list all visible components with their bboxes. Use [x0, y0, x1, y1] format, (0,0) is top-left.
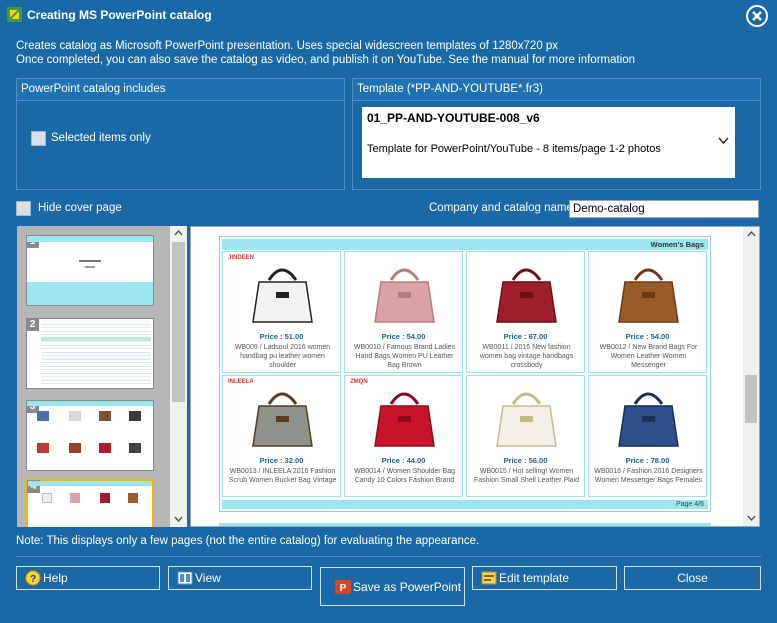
divider — [16, 556, 761, 557]
app-icon — [7, 7, 22, 22]
product-cell: Price : 67.00 WB0011 / 2016 New fashion w… — [466, 251, 585, 373]
product-brand: ZMQN — [350, 379, 368, 385]
close-button[interactable]: Close — [624, 566, 761, 590]
product-cell: Price : 54.00 WB0012 / New Brand Bags For… — [588, 251, 707, 373]
product-description: WB0013 / INLEELA 2016 Fashion Scrub Wome… — [228, 468, 337, 484]
help-button-label: Help — [43, 571, 68, 585]
scroll-down-icon[interactable] — [747, 515, 756, 521]
product-image — [618, 392, 679, 447]
thumbnail-page-4[interactable]: 4 — [26, 479, 154, 527]
scroll-up-icon[interactable] — [174, 230, 183, 236]
company-label: Company and catalog name — [429, 202, 573, 214]
includes-panel: PowerPoint catalog includes Selected ite… — [16, 78, 345, 190]
thumbnail-page-2[interactable]: 2 — [26, 318, 154, 389]
product-image — [618, 268, 679, 323]
next-slide-peek — [219, 523, 711, 526]
help-button[interactable]: ? Help — [16, 566, 160, 590]
product-image — [252, 392, 313, 447]
product-cell: Price : 78.00 WB0016 / Fashion 2016 Desig… — [588, 375, 707, 497]
thumbnail-list[interactable]: 1 2 3 4 — [17, 226, 187, 527]
product-price: Price : 67.00 — [503, 332, 548, 341]
product-description: WB0014 / Women Shoulder Bag Candy 10 Col… — [353, 468, 456, 484]
product-cell: INLEELA Price : 32.00 WB0013 / INLEELA 201… — [222, 375, 341, 497]
scroll-thumb[interactable] — [745, 375, 757, 423]
product-cell: ZMQN Price : 44.00 WB0014 / Women Shoulder… — [344, 375, 463, 497]
page-preview: Women's Bags JINDEEN Price : 51.00 WB009 /… — [190, 226, 760, 527]
close-button-label: Close — [677, 571, 708, 585]
edit-template-icon — [481, 571, 497, 585]
view-button[interactable]: View — [168, 566, 312, 590]
product-image — [374, 268, 435, 323]
note-text: Note: This displays only a few pages (no… — [16, 535, 480, 547]
powerpoint-icon: P — [335, 579, 351, 594]
product-cell: Price : 54.00 WB0010 / Famous Brand Ladie… — [344, 251, 463, 373]
edit-template-button-label: Edit template — [499, 571, 570, 585]
save-as-powerpoint-button[interactable]: P Save as PowerPoint — [320, 567, 465, 606]
preview-slide: Women's Bags JINDEEN Price : 51.00 WB009 /… — [219, 236, 711, 512]
template-name: 01_PP-AND-YOUTUBE-008_v6 — [367, 111, 540, 125]
product-price: Price : 54.00 — [381, 332, 426, 341]
save-button-label: Save as PowerPoint — [353, 579, 462, 594]
view-icon — [177, 571, 193, 585]
help-icon: ? — [25, 570, 41, 586]
hide-cover-label[interactable]: Hide cover page — [38, 202, 122, 214]
selected-only-checkbox[interactable] — [31, 131, 46, 146]
product-cell: JINDEEN Price : 51.00 WB009 / Ladsoul 2016… — [222, 251, 341, 373]
hide-cover-checkbox[interactable] — [16, 201, 31, 216]
product-image — [252, 268, 313, 323]
intro-line-1: Creates catalog as Microsoft PowerPoint … — [16, 40, 559, 52]
view-button-label: View — [195, 571, 221, 585]
close-window-icon[interactable] — [746, 5, 768, 27]
product-description: WB0010 / Famous Brand Ladies Hand Bags W… — [353, 344, 456, 369]
product-description: WB0012 / New Brand Bags For Women Leathe… — [599, 344, 698, 369]
window-title: Creating MS PowerPoint catalog — [27, 8, 212, 22]
intro-text: Creates catalog as Microsoft PowerPoint … — [16, 39, 756, 67]
product-description: WB009 / Ladsoul 2016 women handbag pu le… — [234, 344, 331, 369]
thumbnail-page-1[interactable]: 1 — [26, 235, 154, 306]
scroll-down-icon[interactable] — [174, 516, 183, 522]
product-image — [496, 268, 557, 323]
product-price: Price : 78.00 — [625, 456, 670, 465]
selected-only-label[interactable]: Selected items only — [51, 132, 151, 144]
scroll-thumb[interactable] — [172, 242, 185, 402]
intro-line-2: Once completed, you can also save the ca… — [16, 54, 636, 66]
slide-page-label: Page 4/6 — [222, 500, 708, 509]
edit-template-button[interactable]: Edit template — [472, 566, 617, 590]
thumbnail-scrollbar[interactable] — [170, 226, 187, 527]
title-bar: Creating MS PowerPoint catalog — [0, 0, 777, 30]
template-description: Template for PowerPoint/YouTube - 8 item… — [367, 143, 661, 155]
thumbnail-number: 2 — [26, 318, 39, 331]
template-dropdown[interactable]: 01_PP-AND-YOUTUBE-008_v6 Template for Po… — [362, 107, 735, 178]
product-image — [374, 392, 435, 447]
scroll-up-icon[interactable] — [747, 231, 756, 237]
product-description: WB0015 / Hot selling! Women Fashion Smal… — [473, 468, 580, 484]
company-name-input[interactable] — [569, 200, 759, 218]
includes-panel-heading: PowerPoint catalog includes — [17, 79, 344, 101]
product-price: Price : 44.00 — [381, 456, 426, 465]
svg-text:P: P — [340, 583, 347, 594]
product-price: Price : 32.00 — [259, 456, 304, 465]
product-image — [496, 392, 557, 447]
slide-category: Women's Bags — [222, 239, 708, 250]
product-price: Price : 51.00 — [259, 332, 304, 341]
thumbnail-page-3[interactable]: 3 — [26, 400, 154, 471]
chevron-down-icon[interactable] — [718, 137, 729, 145]
template-panel-heading: Template (*PP-AND-YOUTUBE*.fr3) — [353, 79, 760, 101]
product-description: WB0016 / Fashion 2016 Designers Women Me… — [594, 468, 703, 484]
product-price: Price : 54.00 — [625, 332, 670, 341]
product-description: WB0011 / 2016 New fashion women bag vint… — [479, 344, 574, 369]
product-price: Price : 56.00 — [503, 456, 548, 465]
product-cell: Price : 56.00 WB0015 / Hot selling! Women… — [466, 375, 585, 497]
preview-scrollbar[interactable] — [743, 227, 759, 526]
svg-text:?: ? — [30, 574, 36, 585]
